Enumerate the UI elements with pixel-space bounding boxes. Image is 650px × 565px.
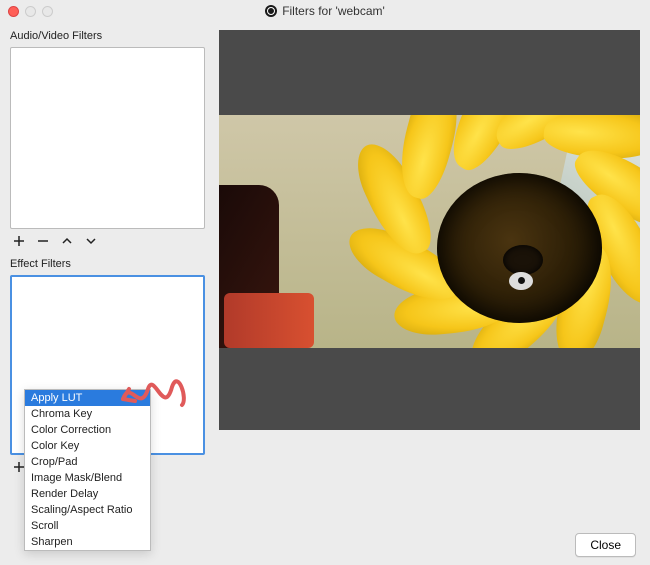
effect-filter-menu-item[interactable]: Color Correction (25, 422, 150, 438)
effect-filter-menu-item[interactable]: Crop/Pad (25, 454, 150, 470)
titlebar: Filters for 'webcam' (0, 0, 650, 22)
effect-filter-menu-item[interactable]: Scaling/Aspect Ratio (25, 502, 150, 518)
obs-icon (265, 5, 277, 17)
window-title: Filters for 'webcam' (0, 4, 650, 18)
video-preview (219, 115, 640, 348)
preview-content (224, 293, 314, 348)
effect-filter-menu[interactable]: Apply LUTChroma KeyColor CorrectionColor… (24, 389, 151, 551)
move-av-filter-down-button[interactable] (84, 234, 98, 248)
effect-filter-menu-item[interactable]: Image Mask/Blend (25, 470, 150, 486)
effect-filter-menu-item[interactable]: Color Key (25, 438, 150, 454)
av-filters-label: Audio/Video Filters (10, 30, 205, 42)
effect-filters-label: Effect Filters (10, 258, 205, 270)
effect-filter-menu-item[interactable]: Apply LUT (25, 390, 150, 406)
preview-content (503, 245, 543, 275)
move-av-filter-up-button[interactable] (60, 234, 74, 248)
preview-content (509, 272, 533, 290)
av-filters-toolbar (10, 229, 205, 258)
effect-filter-menu-item[interactable]: Sharpen (25, 534, 150, 550)
preview-area (219, 30, 640, 430)
effect-filter-menu-item[interactable]: Scroll (25, 518, 150, 534)
effect-filter-menu-item[interactable]: Chroma Key (25, 406, 150, 422)
window-title-text: Filters for 'webcam' (282, 4, 385, 18)
add-av-filter-button[interactable] (12, 234, 26, 248)
close-button[interactable]: Close (575, 533, 636, 557)
av-filters-list[interactable] (10, 47, 205, 229)
remove-av-filter-button[interactable] (36, 234, 50, 248)
right-panel: Close (215, 22, 650, 565)
effect-filter-menu-item[interactable]: Render Delay (25, 486, 150, 502)
